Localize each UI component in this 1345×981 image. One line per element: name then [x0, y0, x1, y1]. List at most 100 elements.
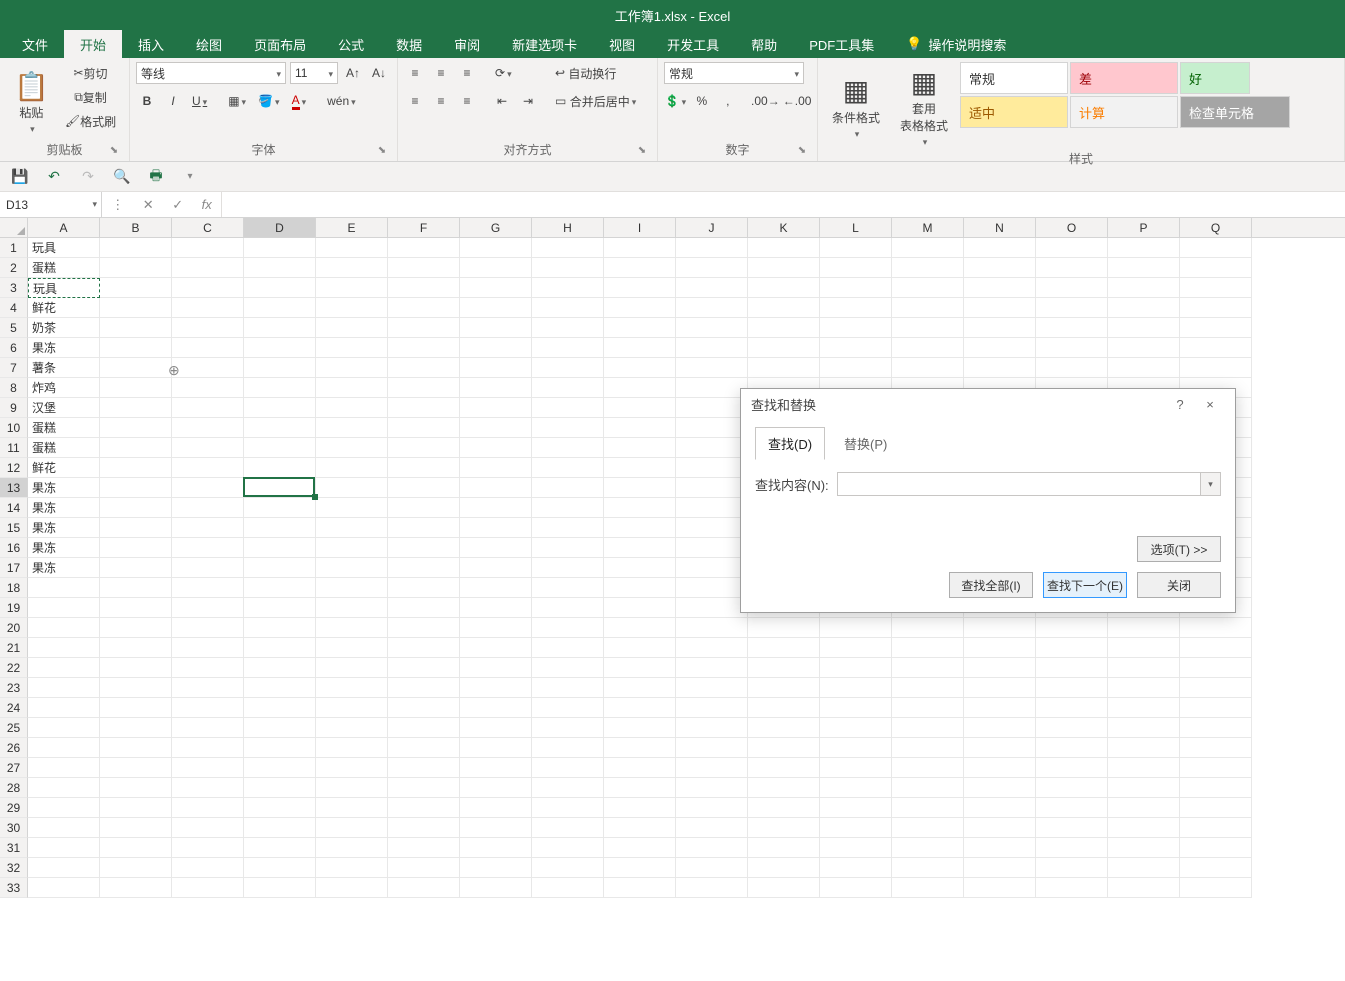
cell-E33[interactable] — [316, 878, 388, 898]
copy-button[interactable]: ⧉ 复制 — [61, 86, 120, 108]
cell-C6[interactable] — [172, 338, 244, 358]
cell-E14[interactable] — [316, 498, 388, 518]
row-header-21[interactable]: 21 — [0, 638, 28, 658]
cell-I4[interactable] — [604, 298, 676, 318]
cell-F25[interactable] — [388, 718, 460, 738]
cell-M2[interactable] — [892, 258, 964, 278]
merge-center-button[interactable]: ▭ 合并后居中 — [551, 90, 661, 112]
cell-L31[interactable] — [820, 838, 892, 858]
cell-J30[interactable] — [676, 818, 748, 838]
column-header-A[interactable]: A — [28, 218, 100, 237]
cell-I15[interactable] — [604, 518, 676, 538]
column-header-E[interactable]: E — [316, 218, 388, 237]
cell-E17[interactable] — [316, 558, 388, 578]
cell-Q5[interactable] — [1180, 318, 1252, 338]
cell-D25[interactable] — [244, 718, 316, 738]
cell-E30[interactable] — [316, 818, 388, 838]
align-center-button[interactable]: ≡ — [430, 90, 452, 112]
cell-J28[interactable] — [676, 778, 748, 798]
cell-G20[interactable] — [460, 618, 532, 638]
cell-J17[interactable] — [676, 558, 748, 578]
column-header-D[interactable]: D — [244, 218, 316, 237]
cell-P25[interactable] — [1108, 718, 1180, 738]
row-header-30[interactable]: 30 — [0, 818, 28, 838]
cell-E12[interactable] — [316, 458, 388, 478]
tab-newtab[interactable]: 新建选项卡 — [496, 30, 593, 58]
cell-F33[interactable] — [388, 878, 460, 898]
cell-K30[interactable] — [748, 818, 820, 838]
row-header-26[interactable]: 26 — [0, 738, 28, 758]
cell-Q26[interactable] — [1180, 738, 1252, 758]
cell-A18[interactable] — [28, 578, 100, 598]
align-top-button[interactable]: ≡ — [404, 62, 426, 84]
cell-H32[interactable] — [532, 858, 604, 878]
cell-M7[interactable] — [892, 358, 964, 378]
formula-input[interactable] — [222, 192, 1345, 217]
format-as-table-button[interactable]: ▦ 套用 表格格式 — [892, 62, 956, 150]
cell-D21[interactable] — [244, 638, 316, 658]
cell-F29[interactable] — [388, 798, 460, 818]
cell-E8[interactable] — [316, 378, 388, 398]
cell-H19[interactable] — [532, 598, 604, 618]
cell-B5[interactable] — [100, 318, 172, 338]
cell-P3[interactable] — [1108, 278, 1180, 298]
orientation-button[interactable]: ⟳ — [491, 62, 516, 84]
cell-F30[interactable] — [388, 818, 460, 838]
cell-F31[interactable] — [388, 838, 460, 858]
cell-F5[interactable] — [388, 318, 460, 338]
cell-O6[interactable] — [1036, 338, 1108, 358]
cell-Q3[interactable] — [1180, 278, 1252, 298]
cell-K21[interactable] — [748, 638, 820, 658]
cell-F11[interactable] — [388, 438, 460, 458]
cell-G12[interactable] — [460, 458, 532, 478]
cell-C19[interactable] — [172, 598, 244, 618]
cell-A9[interactable]: 汉堡 — [28, 398, 100, 418]
cell-C28[interactable] — [172, 778, 244, 798]
cell-A1[interactable]: 玩具 — [28, 238, 100, 258]
cell-E11[interactable] — [316, 438, 388, 458]
cell-E4[interactable] — [316, 298, 388, 318]
cell-B2[interactable] — [100, 258, 172, 278]
row-header-28[interactable]: 28 — [0, 778, 28, 798]
cell-E29[interactable] — [316, 798, 388, 818]
cell-P20[interactable] — [1108, 618, 1180, 638]
cell-A22[interactable] — [28, 658, 100, 678]
row-header-10[interactable]: 10 — [0, 418, 28, 438]
cell-J20[interactable] — [676, 618, 748, 638]
fill-color-button[interactable]: 🪣 — [254, 90, 283, 112]
row-header-12[interactable]: 12 — [0, 458, 28, 478]
cell-N31[interactable] — [964, 838, 1036, 858]
row-header-3[interactable]: 3 — [0, 278, 28, 298]
cell-L33[interactable] — [820, 878, 892, 898]
cell-B24[interactable] — [100, 698, 172, 718]
fill-handle[interactable] — [312, 494, 318, 500]
cell-B3[interactable] — [100, 278, 172, 298]
style-normal[interactable]: 常规 — [960, 62, 1068, 94]
cell-G22[interactable] — [460, 658, 532, 678]
row-header-20[interactable]: 20 — [0, 618, 28, 638]
cell-D9[interactable] — [244, 398, 316, 418]
underline-button[interactable]: U — [188, 90, 211, 112]
cell-N4[interactable] — [964, 298, 1036, 318]
cell-B31[interactable] — [100, 838, 172, 858]
cell-H11[interactable] — [532, 438, 604, 458]
find-content-input[interactable]: ▾ — [837, 472, 1221, 496]
cell-I17[interactable] — [604, 558, 676, 578]
cell-O5[interactable] — [1036, 318, 1108, 338]
row-header-19[interactable]: 19 — [0, 598, 28, 618]
cell-J4[interactable] — [676, 298, 748, 318]
cell-Q4[interactable] — [1180, 298, 1252, 318]
cell-A27[interactable] — [28, 758, 100, 778]
cell-E25[interactable] — [316, 718, 388, 738]
number-format-combo[interactable]: 常规 — [664, 62, 804, 84]
cell-D24[interactable] — [244, 698, 316, 718]
cell-I18[interactable] — [604, 578, 676, 598]
cell-C21[interactable] — [172, 638, 244, 658]
cell-C29[interactable] — [172, 798, 244, 818]
tab-home[interactable]: 开始 — [64, 30, 122, 58]
cell-M3[interactable] — [892, 278, 964, 298]
cell-B20[interactable] — [100, 618, 172, 638]
cell-A12[interactable]: 鲜花 — [28, 458, 100, 478]
cell-G19[interactable] — [460, 598, 532, 618]
cell-I19[interactable] — [604, 598, 676, 618]
